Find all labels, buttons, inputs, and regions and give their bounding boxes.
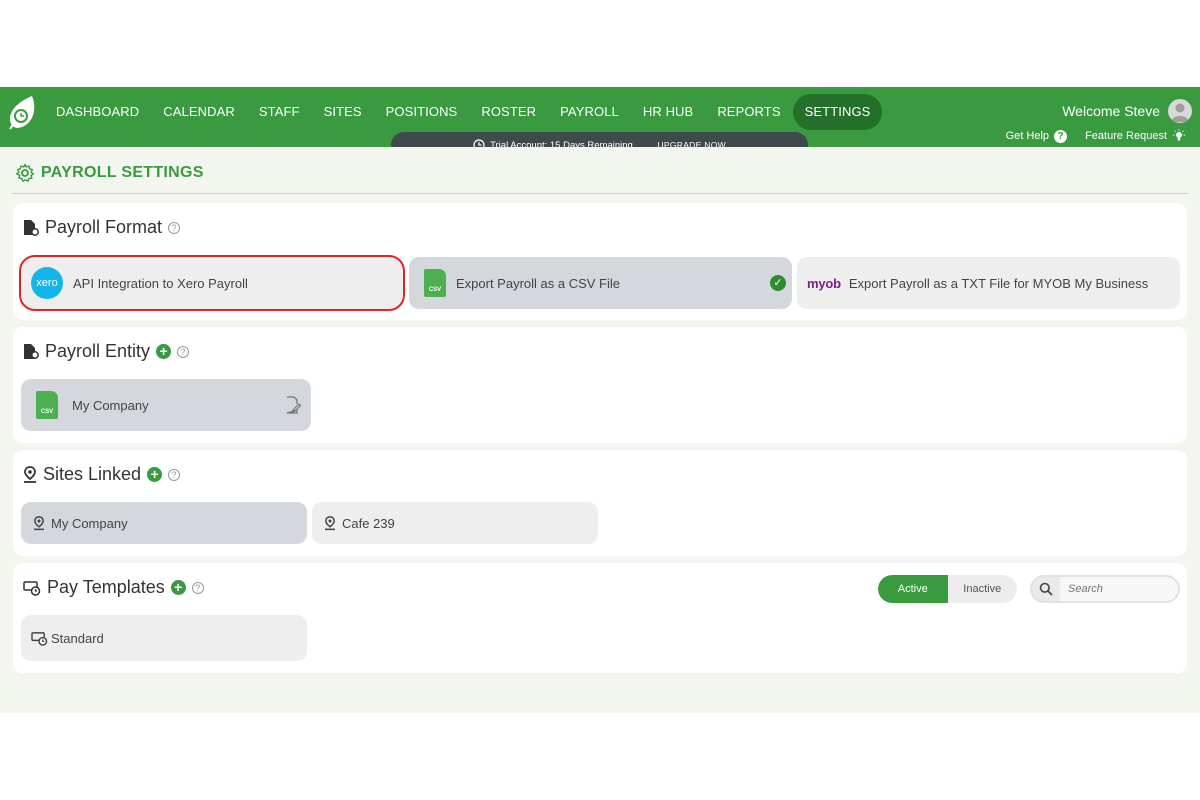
xero-logo: xero: [31, 267, 63, 299]
help-icon[interactable]: ?: [168, 468, 181, 481]
page-title-text: PAYROLL SETTINGS: [41, 164, 204, 181]
add-site-button[interactable]: +: [147, 467, 163, 482]
nav-payroll[interactable]: PAYROLL: [548, 94, 631, 130]
checkmark-icon: ✓: [770, 275, 786, 291]
user-avatar-icon: [1171, 103, 1189, 122]
document-settings-icon: [24, 219, 39, 236]
money-clock-icon: [31, 631, 48, 646]
toggle-active[interactable]: Active: [878, 575, 948, 603]
search-icon[interactable]: [1032, 577, 1060, 601]
sites-linked-heading: Sites Linked + ?: [23, 464, 181, 485]
lightbulb-icon: [1173, 129, 1185, 141]
pay-templates-panel: Pay Templates + ? Active Inactive Search…: [13, 563, 1187, 673]
payroll-entity-heading: Payroll Entity + ?: [23, 341, 190, 362]
top-navigation-bar: DASHBOARD CALENDAR STAFF SITES POSITIONS…: [0, 87, 1200, 158]
main-nav: DASHBOARD CALENDAR STAFF SITES POSITIONS…: [44, 94, 883, 130]
app-shell: DASHBOARD CALENDAR STAFF SITES POSITIONS…: [0, 87, 1200, 713]
payroll-format-title: Payroll Format: [45, 217, 163, 237]
nav-dashboard[interactable]: DASHBOARD: [44, 94, 151, 130]
money-clock-icon: [23, 580, 41, 596]
format-option-xero[interactable]: xero API Integration to Xero Payroll: [21, 257, 403, 309]
location-pin-icon: [34, 515, 44, 530]
template-card[interactable]: Standard: [21, 615, 307, 661]
location-pin-icon: [325, 515, 335, 530]
app-logo-icon[interactable]: [8, 95, 38, 131]
page-title: PAYROLL SETTINGS: [15, 163, 204, 183]
add-template-button[interactable]: +: [170, 580, 186, 595]
welcome-text: Welcome Steve: [1062, 103, 1160, 119]
pay-templates-heading: Pay Templates + ?: [23, 577, 204, 598]
nav-settings[interactable]: SETTINGS: [792, 94, 883, 130]
search-box: [1030, 575, 1180, 603]
nav-calendar[interactable]: CALENDAR: [151, 94, 247, 130]
entity-card[interactable]: CSV My Company: [21, 379, 311, 431]
help-icon[interactable]: ?: [168, 221, 181, 234]
get-help-link[interactable]: Get Help ?: [1005, 129, 1068, 143]
toggle-inactive[interactable]: Inactive: [948, 575, 1018, 603]
sites-linked-title: Sites Linked: [43, 464, 142, 484]
payroll-entity-title: Payroll Entity: [45, 341, 151, 361]
edit-document-icon[interactable]: [285, 396, 301, 414]
format-option-csv[interactable]: CSV Export Payroll as a CSV File ✓: [409, 257, 792, 309]
payroll-entity-panel: Payroll Entity + ? CSV My Company: [13, 327, 1187, 443]
csv-file-icon: CSV: [36, 391, 58, 419]
site-card[interactable]: Cafe 239: [312, 502, 598, 544]
format-option-xero-label: API Integration to Xero Payroll: [73, 275, 248, 291]
help-icon[interactable]: ?: [177, 345, 190, 358]
format-option-myob-label: Export Payroll as a TXT File for MYOB My…: [848, 275, 1149, 291]
nav-hr-hub[interactable]: HR HUB: [631, 94, 705, 130]
main-content: PAYROLL SETTINGS Payroll Format ? xero A…: [12, 147, 1188, 713]
nav-reports[interactable]: REPORTS: [705, 94, 792, 130]
format-option-myob[interactable]: myob Export Payroll as a TXT File for MY…: [797, 257, 1180, 309]
feature-request-link[interactable]: Feature Request: [1085, 129, 1186, 143]
title-divider: [12, 193, 1188, 194]
gear-icon: [15, 163, 35, 182]
myob-logo: myob: [807, 275, 841, 291]
help-links: Get Help ? Feature Request: [1006, 129, 1186, 143]
nav-positions[interactable]: POSITIONS: [374, 94, 470, 130]
help-icon[interactable]: ?: [191, 581, 204, 594]
format-option-csv-label: Export Payroll as a CSV File: [456, 275, 621, 291]
get-help-label: Get Help: [1005, 130, 1050, 142]
sites-linked-panel: Sites Linked + ? My Company Cafe 239: [13, 450, 1187, 556]
feature-request-label: Feature Request: [1085, 130, 1167, 142]
template-card-label: Standard: [51, 630, 104, 646]
question-icon: ?: [1054, 129, 1068, 143]
site-card-label: My Company: [51, 515, 128, 531]
nav-staff[interactable]: STAFF: [247, 94, 312, 130]
nav-roster[interactable]: ROSTER: [469, 94, 548, 130]
nav-sites[interactable]: SITES: [312, 94, 374, 130]
payroll-format-panel: Payroll Format ? xero API Integration to…: [13, 203, 1187, 320]
add-entity-button[interactable]: +: [156, 344, 172, 359]
csv-file-icon: CSV: [424, 269, 446, 297]
payroll-format-heading: Payroll Format ?: [23, 217, 181, 238]
entity-card-label: My Company: [72, 397, 149, 413]
document-location-icon: [24, 343, 39, 359]
location-pin-icon: [24, 465, 36, 483]
site-card-label: Cafe 239: [342, 515, 395, 531]
site-card[interactable]: My Company: [21, 502, 307, 544]
user-avatar[interactable]: [1168, 99, 1192, 123]
pay-templates-title: Pay Templates: [47, 577, 165, 597]
active-inactive-toggle: Active Inactive: [878, 575, 1017, 603]
search-input[interactable]: [1068, 583, 1178, 595]
